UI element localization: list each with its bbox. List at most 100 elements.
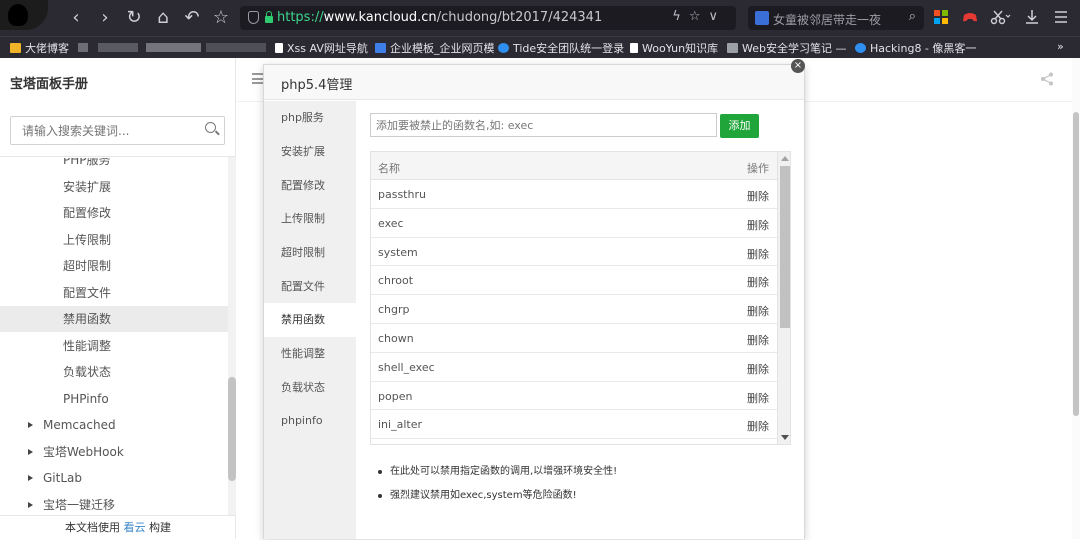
delete-link[interactable]: 删除 xyxy=(747,361,769,377)
delete-link[interactable]: 删除 xyxy=(747,303,769,319)
panel-nav-item[interactable]: 上传限制 xyxy=(264,202,356,236)
search-icon[interactable]: ⌕ xyxy=(909,9,916,24)
bookmark-item[interactable]: WooYun知识库 xyxy=(630,40,718,56)
toc-item[interactable]: 性能调整 xyxy=(0,333,228,359)
delete-link[interactable]: 删除 xyxy=(747,332,769,348)
toc-item[interactable]: Memcached xyxy=(0,412,228,438)
toc-item-active[interactable]: 禁用函数 xyxy=(0,306,228,332)
function-name: shell_exec xyxy=(378,360,435,374)
bookmark-item[interactable]: 企业模板_企业网页模 xyxy=(375,40,495,56)
page-scrollbar[interactable] xyxy=(1072,58,1080,539)
toc-item[interactable]: 宝塔一键迁移 xyxy=(0,492,228,512)
panel-nav-item[interactable]: 配置文件 xyxy=(264,270,356,304)
function-name: chgrp xyxy=(378,303,410,317)
url-actions-icons[interactable]: ϟ☆∨ xyxy=(672,9,726,24)
expand-arrow-icon[interactable] xyxy=(28,502,33,508)
menu-icon[interactable] xyxy=(1053,9,1069,25)
panel-nav-item[interactable]: 超时限制 xyxy=(264,236,356,270)
bookmarks-overflow-button[interactable]: » xyxy=(1057,40,1064,53)
toc-item[interactable]: 超时限制 xyxy=(0,253,228,279)
panel-nav-item[interactable]: 安装扩展 xyxy=(264,135,356,169)
search-engine-icon[interactable] xyxy=(755,11,769,25)
back-icon[interactable]: ‹ xyxy=(66,8,86,28)
download-icon[interactable] xyxy=(1024,9,1040,25)
panel-nav-item[interactable]: 性能调整 xyxy=(264,337,356,371)
delete-link[interactable]: 删除 xyxy=(747,246,769,262)
redacted-bookmark[interactable] xyxy=(146,43,201,52)
delete-link[interactable]: 删除 xyxy=(747,217,769,233)
delete-link[interactable]: 删除 xyxy=(747,390,769,406)
function-name: system xyxy=(378,245,418,259)
bookmark-star-icon[interactable]: ☆ xyxy=(211,8,231,28)
redacted-bookmark[interactable] xyxy=(98,43,138,52)
table-scrollbar[interactable] xyxy=(777,152,790,444)
toc-item[interactable]: GitLab xyxy=(0,465,228,491)
scroll-down-icon[interactable] xyxy=(781,435,789,440)
shield-icon[interactable] xyxy=(248,11,259,24)
forward-icon[interactable]: › xyxy=(95,8,115,28)
search-bar[interactable]: 女童被邻居带走一夜 ⌕ xyxy=(748,6,924,30)
delete-link[interactable]: 删除 xyxy=(747,418,769,434)
table-scroll-thumb[interactable] xyxy=(780,166,790,328)
share-icon[interactable] xyxy=(1040,72,1054,86)
toc-item[interactable]: PHPinfo xyxy=(0,386,228,412)
reload-icon[interactable]: ↻ xyxy=(124,8,144,28)
search-icon[interactable] xyxy=(205,122,216,133)
site-icon xyxy=(498,43,509,53)
panel-nav-item[interactable]: 负载状态 xyxy=(264,371,356,405)
profile-avatar[interactable] xyxy=(0,0,48,30)
bookmark-item[interactable]: Hacking8 - 像黑客一 xyxy=(855,40,976,56)
apps-grid-icon[interactable] xyxy=(933,9,949,25)
book-title[interactable]: 宝塔面板手册 xyxy=(10,73,88,92)
search-query[interactable]: 女童被邻居带走一夜 xyxy=(773,11,881,28)
expand-arrow-icon[interactable] xyxy=(28,449,33,455)
redacted-bookmark[interactable] xyxy=(78,43,88,52)
kancloud-link[interactable]: 看云 xyxy=(124,521,146,534)
toc-item[interactable]: 安装扩展 xyxy=(0,174,228,200)
tip-item: 在此处可以禁用指定函数的调用,以增强环境安全性! xyxy=(376,463,796,487)
search-input[interactable] xyxy=(11,117,196,144)
expand-arrow-icon[interactable] xyxy=(28,475,33,481)
sidebar-search[interactable] xyxy=(10,116,225,145)
page-scroll-thumb[interactable] xyxy=(1073,112,1079,416)
disabled-functions-pane: 添加 名称 操作 passthru 删除 exec 删除 system 删除 chro… xyxy=(356,101,804,539)
toc-item[interactable]: 负载状态 xyxy=(0,359,228,385)
game-controller-icon[interactable] xyxy=(962,9,978,25)
undo-close-tab-icon[interactable]: ↶ xyxy=(182,8,202,28)
table-row: system 删除 xyxy=(371,238,777,267)
add-button[interactable]: 添加 xyxy=(720,114,759,138)
function-name-input[interactable] xyxy=(370,113,717,137)
toc-item[interactable]: PHP服务 xyxy=(0,158,228,173)
toc-item[interactable]: 宝塔WebHook xyxy=(0,439,228,465)
home-icon[interactable]: ⌂ xyxy=(153,8,173,28)
column-header-action: 操作 xyxy=(747,162,769,175)
panel-nav-item[interactable]: php服务 xyxy=(264,101,356,135)
scissors-icon[interactable] xyxy=(990,9,1012,25)
panel-nav-item-active[interactable]: 禁用函数 xyxy=(264,303,356,337)
delete-link[interactable]: 删除 xyxy=(747,188,769,204)
bookmark-item[interactable]: Xss AV网址导航 xyxy=(275,40,368,56)
delete-link[interactable]: 删除 xyxy=(747,274,769,290)
lock-icon[interactable] xyxy=(265,11,273,23)
panel-nav-item[interactable]: phpinfo xyxy=(264,404,356,438)
bookmark-item[interactable]: 大佬博客 xyxy=(10,40,69,56)
site-icon xyxy=(855,43,866,53)
toc-item[interactable]: 上传限制 xyxy=(0,227,228,253)
browser-toolbar: ‹ › ↻ ⌂ ↶ ☆ https://www.kancloud.cn/chud… xyxy=(0,0,1080,36)
sidebar-scroll-thumb[interactable] xyxy=(228,377,236,481)
url-bar[interactable]: https://www.kancloud.cn/chudong/bt2017/4… xyxy=(240,6,736,30)
expand-arrow-icon[interactable] xyxy=(28,422,33,428)
toc-item[interactable]: 配置修改 xyxy=(0,200,228,226)
scroll-up-icon[interactable] xyxy=(781,156,789,161)
panel-nav-item[interactable]: 配置修改 xyxy=(264,169,356,203)
bookmark-item[interactable]: Tide安全团队统一登录 xyxy=(498,40,624,56)
close-icon[interactable]: × xyxy=(791,59,805,73)
table-row: chgrp 删除 xyxy=(371,295,777,324)
function-name: popen xyxy=(378,389,413,403)
redacted-bookmark[interactable] xyxy=(206,43,266,52)
url-text[interactable]: https://www.kancloud.cn/chudong/bt2017/4… xyxy=(277,10,602,25)
sidebar-scrollbar[interactable] xyxy=(228,157,236,515)
panel-nav: php服务 安装扩展 配置修改 上传限制 超时限制 配置文件 禁用函数 性能调整… xyxy=(264,101,356,539)
bookmark-item[interactable]: Web安全学习笔记 — xyxy=(727,40,846,56)
toc-item[interactable]: 配置文件 xyxy=(0,280,228,306)
